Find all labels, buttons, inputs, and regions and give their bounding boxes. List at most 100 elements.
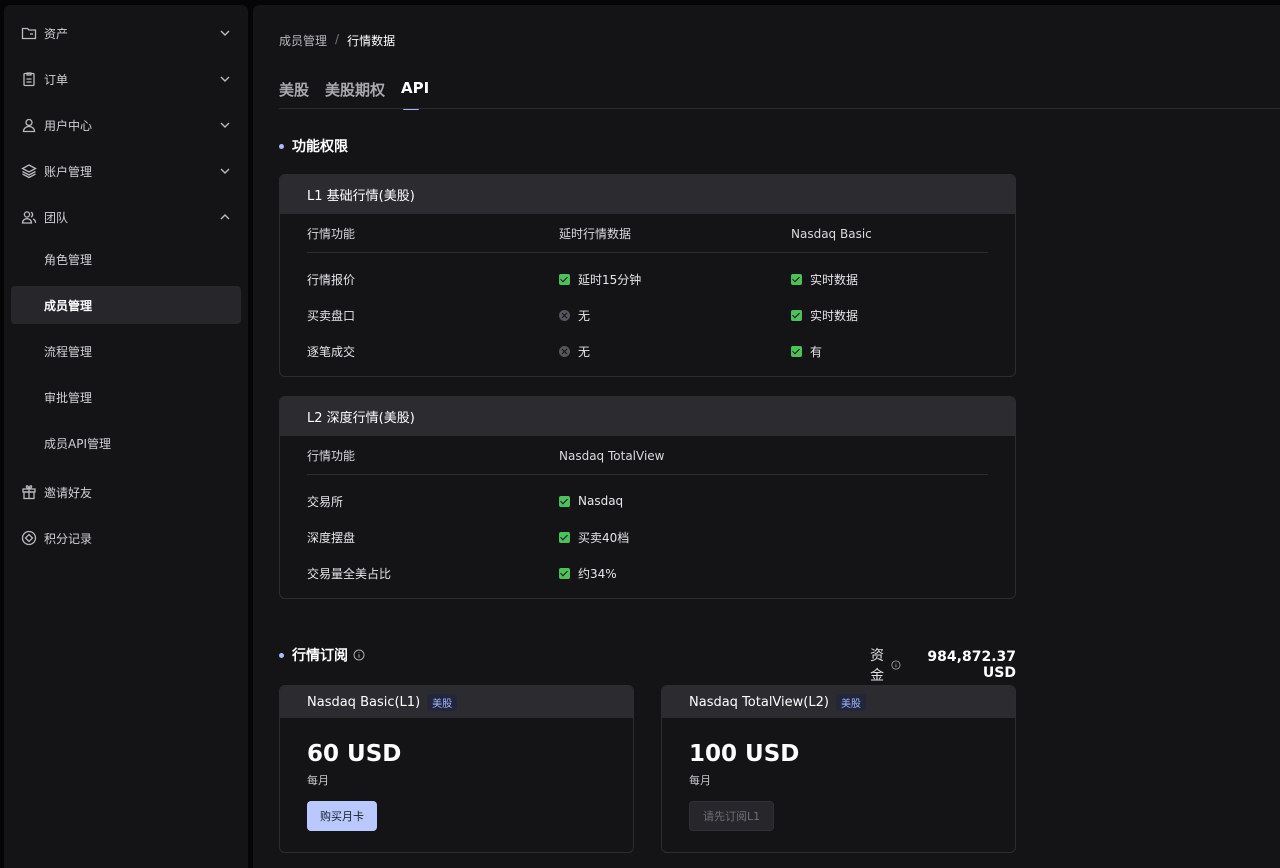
- buy-monthly-card-button[interactable]: 购买月卡: [307, 801, 377, 831]
- delayed-cell: 延时15分钟: [559, 261, 641, 297]
- sidebar-item-label: 积分记录: [44, 531, 93, 546]
- sidebar-item-invite-friends[interactable]: 邀请好友: [11, 473, 241, 511]
- table-header-row: 行情功能 Nasdaq TotalView: [280, 436, 1015, 475]
- check-icon: [559, 495, 570, 507]
- permissions-section-title: 功能权限: [279, 136, 348, 156]
- subscription-card-l1: Nasdaq Basic(L1) 美股 60 USD 每月 购买月卡: [279, 685, 634, 853]
- funds-value: 984,872.37 USD: [927, 649, 1016, 681]
- clipboard-icon: [23, 72, 35, 87]
- info-icon[interactable]: [353, 649, 365, 661]
- tab-us-options[interactable]: 美股期权: [325, 79, 385, 110]
- sidebar-item-assets[interactable]: 资产: [11, 14, 241, 52]
- breadcrumb: 成员管理 / 行情数据: [279, 32, 395, 49]
- plan-name: Nasdaq TotalView(L2): [689, 694, 829, 710]
- basic-cell: 实时数据: [791, 297, 858, 333]
- tab-api[interactable]: API: [401, 79, 429, 110]
- plan-price: 60 USD: [307, 741, 402, 767]
- sidebar-item-points-record[interactable]: 积分记录: [11, 519, 241, 557]
- sidebar-item-label: 团队: [44, 210, 69, 225]
- table-header-row: 行情功能 延时行情数据 Nasdaq Basic: [280, 214, 1015, 253]
- feature-cell: 逐笔成交: [307, 344, 356, 359]
- feature-cell: 买卖盘口: [307, 308, 356, 323]
- sidebar-item-member-api-management[interactable]: 成员API管理: [11, 424, 241, 462]
- feature-cell: 交易量全美占比: [307, 566, 392, 581]
- cell-value: 无: [578, 308, 591, 323]
- sidebar-item-account-management[interactable]: 账户管理: [11, 152, 241, 190]
- l2-permissions-card: L2 深度行情(美股) 行情功能 Nasdaq TotalView 交易所 Na…: [279, 396, 1016, 599]
- sidebar: 资产 订单 用户中心 账户管理 团队 角色管理 成员管理 流程管理 审批管理 成…: [4, 5, 248, 868]
- card-title-row: Nasdaq TotalView(L2) 美股: [662, 686, 1015, 718]
- table-row: 行情报价 延时15分钟 实时数据: [280, 261, 1015, 297]
- breadcrumb-current: 行情数据: [347, 34, 396, 48]
- info-icon[interactable]: [891, 659, 901, 671]
- sidebar-item-label: 用户中心: [44, 118, 93, 133]
- gift-icon: [22, 485, 36, 500]
- check-icon: [559, 531, 570, 543]
- sidebar-item-label: 成员管理: [44, 298, 93, 313]
- sidebar-item-approval-management[interactable]: 审批管理: [11, 378, 241, 416]
- table-row: 买卖盘口 无 实时数据: [280, 297, 1015, 333]
- breadcrumb-parent-link[interactable]: 成员管理: [279, 32, 327, 49]
- unavailable-icon: [559, 345, 570, 357]
- bullet-dot: [279, 652, 284, 658]
- sidebar-item-process-management[interactable]: 流程管理: [11, 332, 241, 370]
- sidebar-item-user-center[interactable]: 用户中心: [11, 106, 241, 144]
- feature-cell: 交易所: [307, 494, 344, 509]
- sidebar-item-role-management[interactable]: 角色管理: [11, 240, 241, 278]
- delayed-cell: 无: [559, 297, 590, 333]
- tab-bar: 美股 美股期权 API: [279, 79, 429, 110]
- column-header: 行情功能: [307, 227, 356, 241]
- section-title-text: 行情订阅: [292, 648, 348, 664]
- value-cell: Nasdaq: [559, 483, 623, 519]
- basic-cell: 有: [791, 333, 822, 369]
- unavailable-icon: [559, 309, 570, 321]
- cell-value: 买卖40档: [578, 530, 630, 545]
- tab-us-stocks[interactable]: 美股: [279, 79, 309, 110]
- card-title-row: Nasdaq Basic(L1) 美股: [280, 686, 633, 718]
- sidebar-item-label: 角色管理: [44, 252, 93, 267]
- user-icon: [22, 118, 36, 133]
- main-content: 成员管理 / 行情数据 美股 美股期权 API 功能权限 L1 基础行情(美股)…: [253, 5, 1280, 868]
- market-tag: 美股: [835, 693, 866, 711]
- check-icon: [791, 309, 802, 321]
- folder-icon: [21, 27, 37, 40]
- sidebar-item-orders[interactable]: 订单: [11, 60, 241, 98]
- sidebar-item-label: 成员API管理: [44, 436, 111, 451]
- plan-period: 每月: [689, 774, 711, 787]
- plan-period: 每月: [307, 774, 329, 787]
- cell-value: 实时数据: [810, 272, 859, 287]
- card-title: L2 深度行情(美股): [280, 397, 1015, 436]
- sidebar-item-label: 邀请好友: [44, 485, 93, 500]
- value-cell: 约34%: [559, 555, 617, 591]
- chevron-down-icon: [220, 30, 230, 36]
- subscription-section-title: 行情订阅: [279, 645, 365, 665]
- chevron-down-icon: [220, 122, 230, 128]
- plan-price: 100 USD: [689, 741, 800, 767]
- funds-display: 资金 984,872.37 USD: [861, 645, 1016, 685]
- cell-value: Nasdaq: [578, 494, 624, 508]
- section-title-text: 功能权限: [292, 139, 348, 155]
- column-header: Nasdaq Basic: [791, 226, 872, 241]
- points-icon: [21, 530, 37, 546]
- cell-value: 延时15分钟: [578, 272, 642, 287]
- funds-label: 资金: [870, 648, 885, 684]
- chevron-down-icon: [220, 76, 230, 82]
- tabs-divider: [279, 108, 1280, 109]
- l1-permissions-card: L1 基础行情(美股) 行情功能 延时行情数据 Nasdaq Basic 行情报…: [279, 174, 1016, 377]
- check-icon: [791, 345, 802, 357]
- check-icon: [559, 567, 570, 579]
- sidebar-item-member-management[interactable]: 成员管理: [11, 286, 241, 324]
- cell-value: 无: [578, 344, 591, 359]
- team-icon: [21, 211, 37, 224]
- check-icon: [559, 273, 570, 285]
- sidebar-item-team[interactable]: 团队: [11, 198, 241, 236]
- card-title: L1 基础行情(美股): [280, 175, 1015, 214]
- subscribe-l1-first-button[interactable]: 请先订阅L1: [689, 801, 775, 831]
- cell-value: 实时数据: [810, 308, 859, 323]
- delayed-cell: 无: [559, 333, 590, 369]
- table-row: 交易所 Nasdaq: [280, 483, 1015, 519]
- table-row: 交易量全美占比 约34%: [280, 555, 1015, 591]
- sidebar-item-label: 审批管理: [44, 390, 93, 405]
- feature-cell: 行情报价: [307, 272, 356, 287]
- basic-cell: 实时数据: [791, 261, 858, 297]
